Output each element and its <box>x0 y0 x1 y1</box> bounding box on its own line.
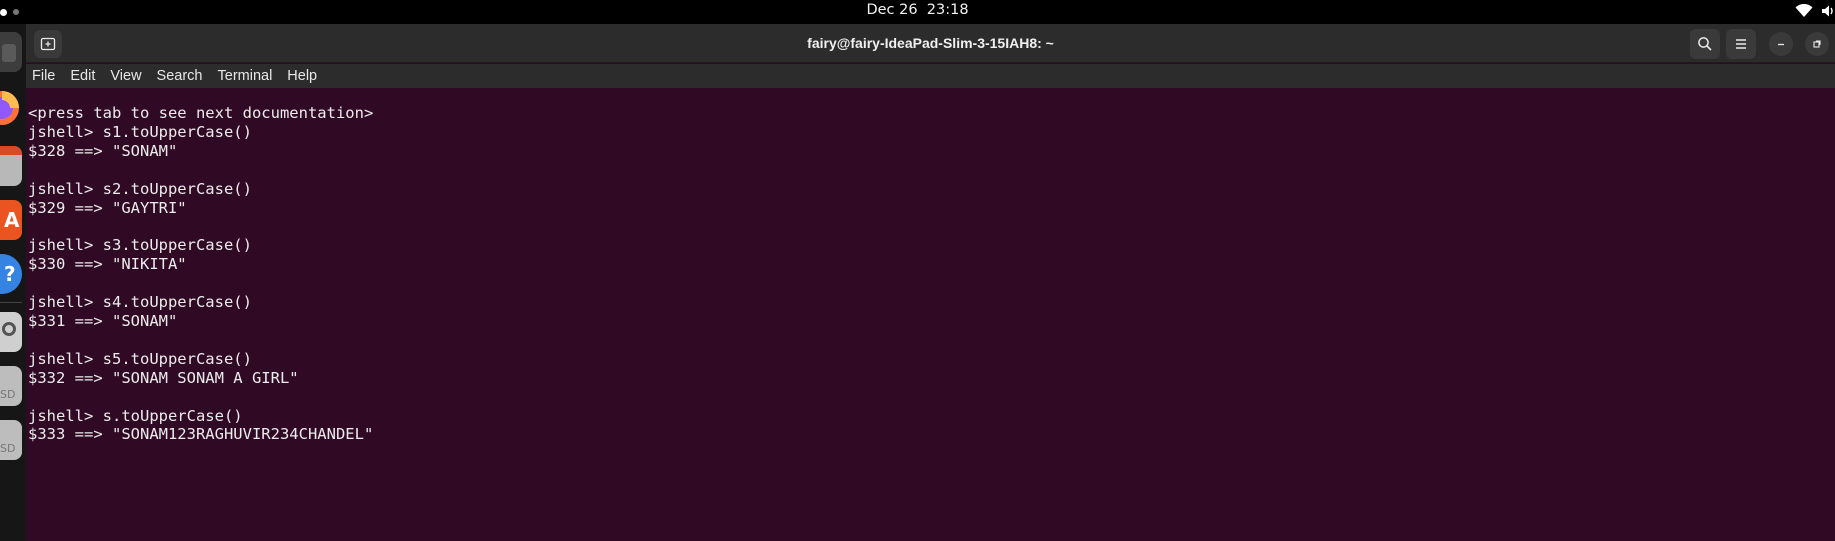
volume-icon[interactable] <box>1821 4 1835 18</box>
terminal-text[interactable]: <press tab to see next documentation> jsh… <box>28 104 373 444</box>
maximize-icon <box>1813 40 1821 48</box>
menu-search[interactable]: Search <box>157 68 203 84</box>
menu-edit[interactable]: Edit <box>70 68 95 84</box>
maximize-button[interactable] <box>1805 32 1829 56</box>
terminal-line: $329 ==> "GAYTRI" <box>28 198 187 217</box>
terminal-output[interactable]: <press tab to see next documentation> jsh… <box>26 88 1835 541</box>
menu-terminal[interactable]: Terminal <box>218 68 273 84</box>
terminal-line: $331 ==> "SONAM" <box>28 311 178 330</box>
workspace-indicator[interactable] <box>0 8 19 16</box>
help-icon[interactable]: ? <box>0 254 22 294</box>
dock: A ? SD SD <box>0 24 26 541</box>
terminal-line: $332 ==> "SONAM SONAM A GIRL" <box>28 368 299 387</box>
hamburger-menu-icon <box>1736 39 1746 49</box>
system-status-area[interactable] <box>1795 4 1835 18</box>
terminal-line: jshell> s1.toUpperCase() <box>28 122 252 141</box>
top-bar: Dec 26 23:18 <box>0 0 1835 24</box>
search-button[interactable] <box>1690 29 1720 59</box>
menu-button[interactable] <box>1726 29 1756 59</box>
search-icon <box>1698 37 1712 51</box>
terminal-line: $333 ==> "SONAM123RAGHUVIR234CHANDEL" <box>28 425 374 444</box>
terminal-line: jshell> s.toUpperCase() <box>28 406 243 425</box>
menu-file[interactable]: File <box>32 68 55 84</box>
menu-view[interactable]: View <box>110 68 141 84</box>
minimize-button[interactable] <box>1769 32 1793 56</box>
search-tool-icon[interactable] <box>0 312 22 352</box>
files-icon[interactable] <box>0 32 22 72</box>
terminal-line: jshell> s2.toUpperCase() <box>28 179 252 198</box>
minimize-icon <box>1778 43 1784 46</box>
terminal-line: $328 ==> "SONAM" <box>28 141 178 160</box>
header-bar[interactable]: fairy@fairy-IdeaPad-Slim-3-15IAH8: ~ <box>26 24 1835 63</box>
clock[interactable]: Dec 26 23:18 <box>866 2 968 18</box>
menu-bar: File Edit View Search Terminal Help <box>26 64 1835 88</box>
workspace-dot[interactable] <box>13 9 19 15</box>
dock-separator <box>0 302 22 303</box>
software-icon[interactable]: A <box>0 200 22 240</box>
sd-card-icon[interactable]: SD <box>0 420 22 460</box>
window-title: fairy@fairy-IdeaPad-Slim-3-15IAH8: ~ <box>807 35 1054 51</box>
firefox-icon[interactable] <box>0 88 22 128</box>
sd-card-icon[interactable]: SD <box>0 366 22 406</box>
workspace-dot-active[interactable] <box>0 8 7 16</box>
menu-help[interactable]: Help <box>287 68 317 84</box>
terminal-line: jshell> s4.toUpperCase() <box>28 293 252 312</box>
terminal-line: jshell> s3.toUpperCase() <box>28 236 252 255</box>
terminal-line: jshell> s5.toUpperCase() <box>28 349 252 368</box>
app-center-icon[interactable] <box>0 146 22 186</box>
terminal-window: fairy@fairy-IdeaPad-Slim-3-15IAH8: ~ Fil… <box>26 24 1835 541</box>
terminal-line: $330 ==> "NIKITA" <box>28 255 187 274</box>
wifi-icon[interactable] <box>1795 4 1813 18</box>
terminal-line: <press tab to see next documentation> <box>28 104 374 122</box>
